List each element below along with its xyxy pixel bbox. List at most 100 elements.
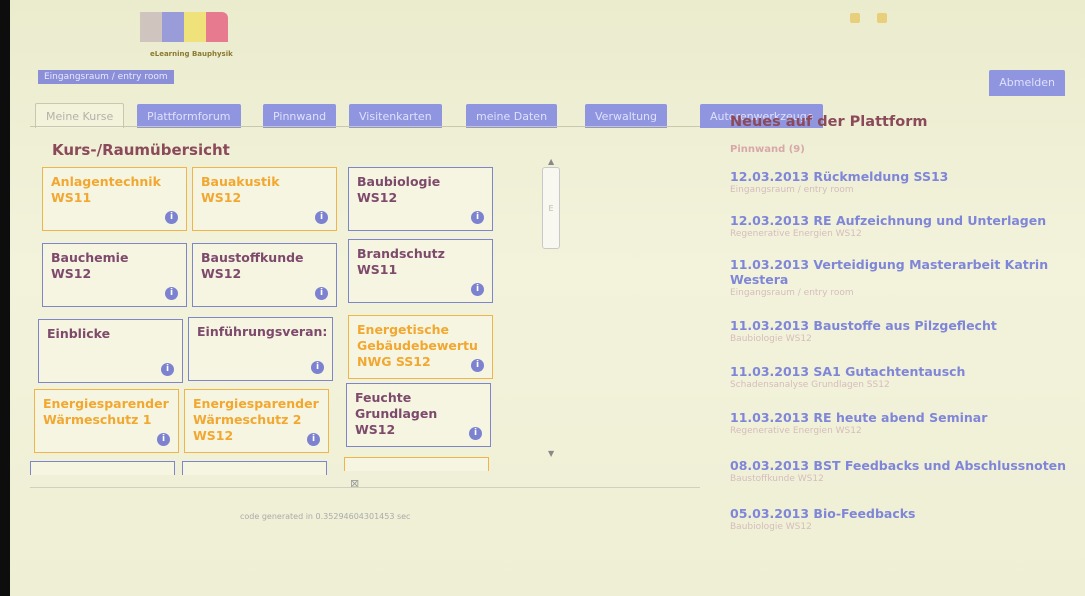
news-headline[interactable]: 11.03.2013 RE heute abend Seminar xyxy=(730,410,1085,425)
news-room: Eingangsraum / entry room xyxy=(730,288,854,298)
news-subtitle[interactable]: Pinnwand (9) xyxy=(730,144,1085,155)
collapse-icon[interactable]: ⊠ xyxy=(350,477,359,490)
course-name: Energetische xyxy=(357,322,449,337)
course-name: Brandschutz xyxy=(357,246,445,261)
info-icon[interactable]: i xyxy=(471,359,484,372)
logout-button[interactable]: Abmelden xyxy=(989,70,1065,96)
logo-block-1 xyxy=(140,12,162,42)
logo-block-2 xyxy=(162,12,184,42)
tab-pinnwand[interactable]: Pinnwand xyxy=(263,104,337,128)
course-name: Baustoffkunde xyxy=(201,250,304,265)
course-name: Bauchemie xyxy=(51,250,129,265)
screen: eLearning Bauphysik Eingangsraum / entry… xyxy=(10,0,1085,596)
course-term: NWG SS12 xyxy=(357,354,431,369)
bookmark-icon[interactable] xyxy=(877,13,888,23)
scroll-letter: E xyxy=(548,204,554,213)
tab-meine-kurse[interactable]: Meine Kurse xyxy=(35,103,125,128)
news-headline[interactable]: 12.03.2013 RE Aufzeichnung und Unterlage… xyxy=(730,213,1085,228)
news-room: Baubiologie WS12 xyxy=(730,522,812,532)
news-title: Neues auf der Plattform xyxy=(730,114,928,130)
header-icons xyxy=(850,8,899,27)
info-icon[interactable]: i xyxy=(471,283,484,296)
news-item[interactable]: 11.03.2013 Verteidigung Masterarbeit Kat… xyxy=(730,257,1085,298)
info-icon[interactable]: i xyxy=(315,211,328,224)
news-item[interactable]: 12.03.2013 RE Aufzeichnung und Unterlage… xyxy=(730,213,1085,239)
course-tile[interactable]: Anlagentechnik WS11 i xyxy=(42,167,187,231)
logo-block-4 xyxy=(206,12,228,42)
info-icon[interactable]: i xyxy=(157,433,170,446)
course-tile[interactable]: Einblicke i xyxy=(38,319,183,383)
news-item[interactable]: 11.03.2013 SA1 Gutachtentausch Schadensa… xyxy=(730,364,1085,390)
course-tile-partial[interactable] xyxy=(30,461,175,475)
course-name: Energiesparender xyxy=(193,396,319,411)
news-headline[interactable]: 11.03.2013 Baustoffe aus Pilzgeflecht xyxy=(730,318,1085,333)
scroll-up-icon[interactable]: ▲ xyxy=(548,157,554,166)
scroll-down-icon[interactable]: ▼ xyxy=(548,449,554,458)
course-tile[interactable]: Energiesparender Wärmeschutz 1 i xyxy=(34,389,179,453)
info-icon[interactable]: i xyxy=(161,363,174,376)
logo-block-3 xyxy=(184,12,206,42)
news-room: Regenerative Energien WS12 xyxy=(730,426,862,436)
course-name: Anlagentechnik xyxy=(51,174,161,189)
course-name: Feuchte xyxy=(355,390,412,405)
course-term: WS12 xyxy=(355,422,396,437)
course-name: Energiesparender xyxy=(43,396,169,411)
course-tile-partial[interactable] xyxy=(182,461,327,475)
info-icon[interactable]: i xyxy=(311,361,324,374)
news-item[interactable]: 11.03.2013 RE heute abend Seminar Regene… xyxy=(730,410,1085,436)
tab-plattformforum[interactable]: Plattformforum xyxy=(137,104,241,128)
scrollbar[interactable]: E xyxy=(542,167,560,249)
info-icon[interactable]: i xyxy=(315,287,328,300)
tab-visitenkarten[interactable]: Visitenkarten xyxy=(349,104,442,128)
footer-divider xyxy=(30,487,700,488)
info-icon[interactable]: i xyxy=(165,211,178,224)
news-headline[interactable]: 08.03.2013 BST Feedbacks und Abschlussno… xyxy=(730,458,1085,473)
course-tile[interactable]: Feuchte Grundlagen WS12 i xyxy=(346,383,491,447)
course-name: Einblicke xyxy=(47,326,111,341)
course-term: WS11 xyxy=(51,190,92,205)
course-tile[interactable]: Brandschutz WS11 i xyxy=(348,239,493,303)
generation-time: code generated in 0.35294604301453 sec xyxy=(240,512,411,521)
news-headline[interactable]: 05.03.2013 Bio-Feedbacks xyxy=(730,506,1085,521)
course-name-cont: Wärmeschutz 2 xyxy=(193,412,302,427)
news-room: Baustoffkunde WS12 xyxy=(730,474,824,484)
news-headline[interactable]: 11.03.2013 SA1 Gutachtentausch xyxy=(730,364,1085,379)
home-icon[interactable] xyxy=(850,13,860,23)
news-headline[interactable]: 11.03.2013 Verteidigung Masterarbeit Kat… xyxy=(730,257,1085,287)
course-name-cont: Gebäudebewertu xyxy=(357,338,478,353)
course-term: WS11 xyxy=(357,262,398,277)
news-room: Eingangsraum / entry room xyxy=(730,185,854,195)
news-item[interactable]: 11.03.2013 Baustoffe aus Pilzgeflecht Ba… xyxy=(730,318,1085,344)
news-headline[interactable]: 12.03.2013 Rückmeldung SS13 xyxy=(730,169,1085,184)
course-name: Bauakustik xyxy=(201,174,280,189)
info-icon[interactable]: i xyxy=(165,287,178,300)
course-term: WS12 xyxy=(357,190,398,205)
course-tile[interactable]: Baustoffkunde WS12 i xyxy=(192,243,337,307)
course-term: WS12 xyxy=(193,428,234,443)
course-tile[interactable]: Einführungsveran: i xyxy=(188,317,333,381)
news-item[interactable]: 05.03.2013 Bio-Feedbacks Baubiologie WS1… xyxy=(730,506,1085,532)
course-tile-partial[interactable] xyxy=(344,457,489,471)
course-name-cont: Wärmeschutz 1 xyxy=(43,412,152,427)
breadcrumb[interactable]: Eingangsraum / entry room xyxy=(38,70,174,84)
overview-title: Kurs-/Raumübersicht xyxy=(52,141,230,159)
news-item[interactable]: 08.03.2013 BST Feedbacks und Abschlussno… xyxy=(730,458,1085,484)
course-tile[interactable]: Energiesparender Wärmeschutz 2 WS12 i xyxy=(184,389,329,453)
logo-caption: eLearning Bauphysik xyxy=(150,50,233,58)
news-item[interactable]: 12.03.2013 Rückmeldung SS13 Eingangsraum… xyxy=(730,169,1085,195)
course-tile[interactable]: Baubiologie WS12 i xyxy=(348,167,493,231)
info-icon[interactable]: i xyxy=(469,427,482,440)
course-name: Baubiologie xyxy=(357,174,441,189)
news-room: Regenerative Energien WS12 xyxy=(730,229,862,239)
course-term: WS12 xyxy=(201,266,242,281)
course-term: WS12 xyxy=(51,266,92,281)
course-name: Einführungsveran: xyxy=(197,324,328,339)
info-icon[interactable]: i xyxy=(307,433,320,446)
news-room: Schadensanalyse Grundlagen SS12 xyxy=(730,380,890,390)
info-icon[interactable]: i xyxy=(471,211,484,224)
course-tile[interactable]: Bauchemie WS12 i xyxy=(42,243,187,307)
tab-meine-daten[interactable]: meine Daten xyxy=(466,104,558,128)
course-tile[interactable]: Energetische Gebäudebewertu NWG SS12 i xyxy=(348,315,493,379)
course-tile[interactable]: Bauakustik WS12 i xyxy=(192,167,337,231)
tab-verwaltung[interactable]: Verwaltung xyxy=(585,104,667,128)
